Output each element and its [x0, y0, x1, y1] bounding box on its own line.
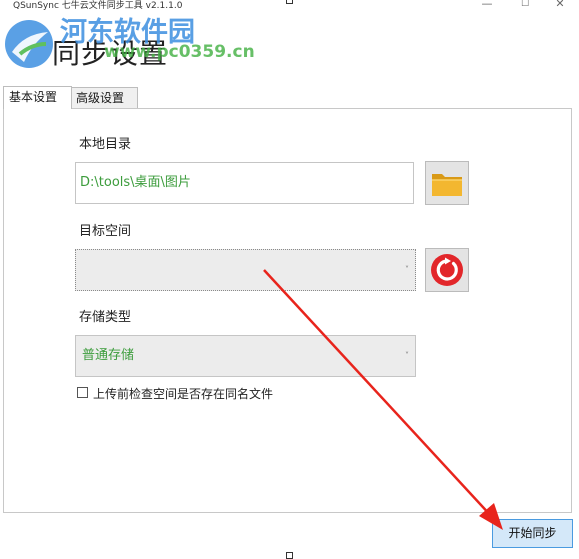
- refresh-spaces-button[interactable]: [425, 248, 469, 292]
- chevron-down-icon: ˅: [405, 265, 409, 274]
- watermark-url: www.pc0359.cn: [104, 42, 255, 62]
- chevron-down-icon: ˅: [405, 351, 409, 360]
- close-button[interactable]: ✕: [545, 0, 575, 11]
- tab-advanced-settings[interactable]: 高级设置: [70, 87, 138, 108]
- header: 同步设置 河东软件园 www.pc0359.cn: [0, 14, 579, 72]
- check-duplicate-label: 上传前检查空间是否存在同名文件: [93, 387, 274, 401]
- target-space-label: 目标空间: [79, 224, 132, 239]
- maximize-button[interactable]: ☐: [510, 0, 540, 13]
- local-dir-label: 本地目录: [79, 137, 132, 152]
- storage-type-select[interactable]: 普通存储 ˅: [75, 335, 416, 377]
- minimize-button[interactable]: —: [472, 0, 502, 11]
- folder-icon: [432, 174, 462, 196]
- storage-type-value: 普通存储: [82, 348, 135, 363]
- target-space-select[interactable]: ˅: [75, 249, 416, 291]
- start-sync-button[interactable]: 开始同步: [492, 519, 573, 548]
- tab-basic-settings[interactable]: 基本设置: [3, 86, 72, 109]
- refresh-icon: [431, 254, 463, 286]
- local-dir-input[interactable]: D:\tools\桌面\图片: [75, 162, 414, 204]
- browse-folder-button[interactable]: [425, 161, 469, 205]
- storage-type-label: 存储类型: [79, 310, 132, 325]
- check-duplicate-checkbox[interactable]: [77, 387, 88, 398]
- resize-handle-top[interactable]: [286, 0, 293, 4]
